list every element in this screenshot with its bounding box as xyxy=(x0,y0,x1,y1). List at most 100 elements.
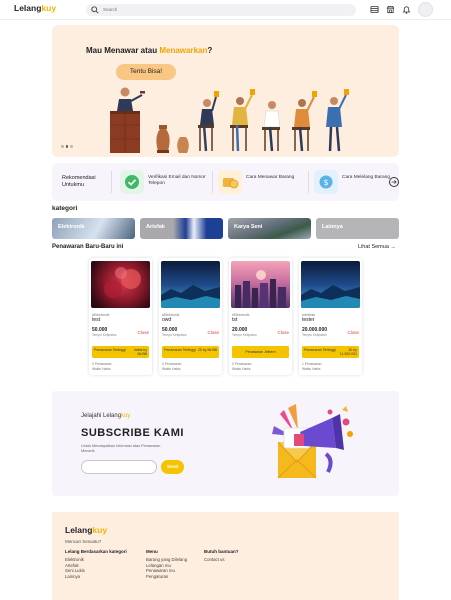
latest-offers-heading: Penawaran Baru-Baru ini xyxy=(52,244,124,250)
verify-icon-box xyxy=(120,170,144,194)
check-icon xyxy=(125,175,139,189)
recommendation-bar: Rekomendasi Untukmu Verifikasi Email dan… xyxy=(52,163,399,201)
svg-text:$: $ xyxy=(323,178,328,187)
carousel-dot[interactable] xyxy=(61,145,64,148)
product-image-art xyxy=(161,285,220,308)
bell-icon[interactable] xyxy=(402,5,411,14)
bid-count: 0 Penawaran xyxy=(162,362,182,366)
footer-column-categories: Lelang Berdasarkan kategori Elektronik A… xyxy=(65,549,127,579)
footer-link[interactable]: Pengaturan xyxy=(146,574,187,580)
footer-tagline: Mencari Sesuatu? xyxy=(65,539,102,544)
category-label: Elektronik xyxy=(58,224,85,230)
product-image-art xyxy=(235,270,286,308)
subscribe-title: SUBSCRIBE KAMI xyxy=(81,427,184,439)
recommendation-item-bid[interactable]: Cara Menawar Barang xyxy=(218,170,308,194)
footer-link[interactable]: Barang yang Dilelang xyxy=(146,557,187,563)
time-status: Waktu Habis xyxy=(162,367,181,371)
logo[interactable]: Lelangkuy xyxy=(14,3,56,13)
category-artifact[interactable]: Artefak xyxy=(140,218,223,239)
highest-bid-bar: Penawaran Tertinggi 30 by 11.000.001 xyxy=(302,346,359,358)
bid-count: 1 Penawaran xyxy=(302,362,322,366)
recommendation-item-auction[interactable]: $ Cara Melelang Barang xyxy=(314,170,390,194)
time-status: Waktu Habis xyxy=(92,367,111,371)
product-subtext: Tempo Kelipatan xyxy=(162,333,187,337)
carousel-dots xyxy=(61,145,73,148)
product-name: test xyxy=(92,317,101,323)
product-image-art xyxy=(104,267,141,298)
dollar-icon: $ xyxy=(319,175,333,189)
footer-link[interactable]: Lainnya xyxy=(65,574,127,580)
product-image-art xyxy=(301,285,360,308)
footer-column-heading: Lelang Berdasarkan kategori xyxy=(65,549,127,554)
product-image xyxy=(301,261,360,308)
category-electronics[interactable]: Elektronik xyxy=(52,218,135,239)
footer-column-help: Butuh bantuan? Contact us xyxy=(204,549,239,563)
product-card[interactable]: #Elektronik test 50.000 Close Tempo Keli… xyxy=(89,258,152,375)
store-icon[interactable] xyxy=(386,5,395,14)
time-status: Waktu Habis xyxy=(302,367,321,371)
product-card[interactable]: #Elektronik tst 20.000 Close Tempo Kelip… xyxy=(229,258,292,375)
status-badge: Close xyxy=(207,330,219,335)
product-card[interactable]: #Artefak tester 20.000.000 Close Tempo K… xyxy=(299,258,362,375)
category-other[interactable]: Lainnya xyxy=(316,218,399,239)
send-button[interactable]: Send xyxy=(161,460,184,474)
subscribe-section: Jelajahi Lelangkuy SUBSCRIBE KAMI Untuk … xyxy=(52,391,399,496)
hero-cta-button[interactable]: Tentu Bisa! xyxy=(116,64,176,80)
search-bar[interactable]: Search xyxy=(86,4,356,16)
category-label: Karya Seni xyxy=(234,224,263,230)
logo-accent: kuy xyxy=(41,3,57,13)
product-name: tst xyxy=(232,317,238,323)
coins-icon xyxy=(223,178,239,189)
product-card[interactable]: #Elektronik owd 50.000 Close Tempo Kelip… xyxy=(159,258,222,375)
carousel-dot-active[interactable] xyxy=(65,145,68,148)
footer-link[interactable]: Contact us xyxy=(204,557,239,563)
next-arrow-button[interactable] xyxy=(389,177,399,187)
top-navbar: Lelangkuy Search xyxy=(0,0,451,20)
footer-column-heading: Butuh bantuan? xyxy=(204,549,239,554)
search-placeholder: Search xyxy=(103,6,118,12)
product-subtext: Tempo Kelipatan xyxy=(92,333,117,337)
hero-title: Mau Menawar atau Menawarkan? xyxy=(86,46,213,55)
carousel-dot[interactable] xyxy=(70,145,73,148)
bid-count: 0 Penawaran xyxy=(232,362,252,366)
email-input[interactable] xyxy=(81,460,157,474)
highest-bid-bar: Penawaran Jelbern xyxy=(232,346,289,358)
avatar[interactable] xyxy=(418,2,433,17)
product-image xyxy=(91,261,150,308)
category-art[interactable]: Karya Seni xyxy=(228,218,311,239)
footer: Lelangkuy Mencari Sesuatu? Lelang Berdas… xyxy=(52,512,399,600)
category-label: Lainnya xyxy=(322,224,343,230)
inbox-icon[interactable] xyxy=(370,5,379,14)
logo-text: Lelang xyxy=(14,3,42,13)
divider xyxy=(212,171,213,193)
divider xyxy=(111,171,112,193)
see-all-link[interactable]: Lihat Semua → xyxy=(358,244,396,250)
bid-icon-box xyxy=(218,170,242,194)
subscribe-eyebrow: Jelajahi Lelangkuy xyxy=(81,413,131,419)
recommendation-title: Rekomendasi Untukmu xyxy=(62,175,96,188)
time-status: Waktu Habis xyxy=(232,367,251,371)
search-icon xyxy=(91,6,99,14)
auction-icon-box: $ xyxy=(314,170,338,194)
category-heading: kategori xyxy=(52,205,78,212)
footer-logo[interactable]: Lelangkuy xyxy=(65,525,107,535)
product-image xyxy=(161,261,220,308)
auction-illustration xyxy=(110,87,349,153)
product-name: tester xyxy=(302,317,315,323)
bid-count: 0 Penawaran xyxy=(92,362,112,366)
recommendation-label: Cara Menawar Barang xyxy=(246,175,295,180)
product-subtext: Tempo Kelipatan xyxy=(232,333,257,337)
category-label: Artefak xyxy=(146,224,165,230)
product-name: owd xyxy=(162,317,172,323)
megaphone-envelope-illustration xyxy=(272,404,353,479)
arrow-right-icon xyxy=(391,180,397,184)
highest-bid-bar: Penawaran Tertinggi habis by Mr.Bill xyxy=(92,346,149,358)
status-badge: Close xyxy=(137,330,149,335)
footer-column-menu: Menu Barang yang Dilelang Lelangan mu Pe… xyxy=(146,549,187,579)
recommendation-label: Verifikasi Email dan Nomor Telepon xyxy=(148,175,206,186)
recommendation-item-verify[interactable]: Verifikasi Email dan Nomor Telepon xyxy=(120,170,210,194)
status-badge: Close xyxy=(347,330,359,335)
highest-bid-bar: Penawaran Tertinggi 20 by Mr.Bill xyxy=(162,346,219,358)
footer-column-heading: Menu xyxy=(146,549,158,554)
product-image xyxy=(231,261,290,308)
